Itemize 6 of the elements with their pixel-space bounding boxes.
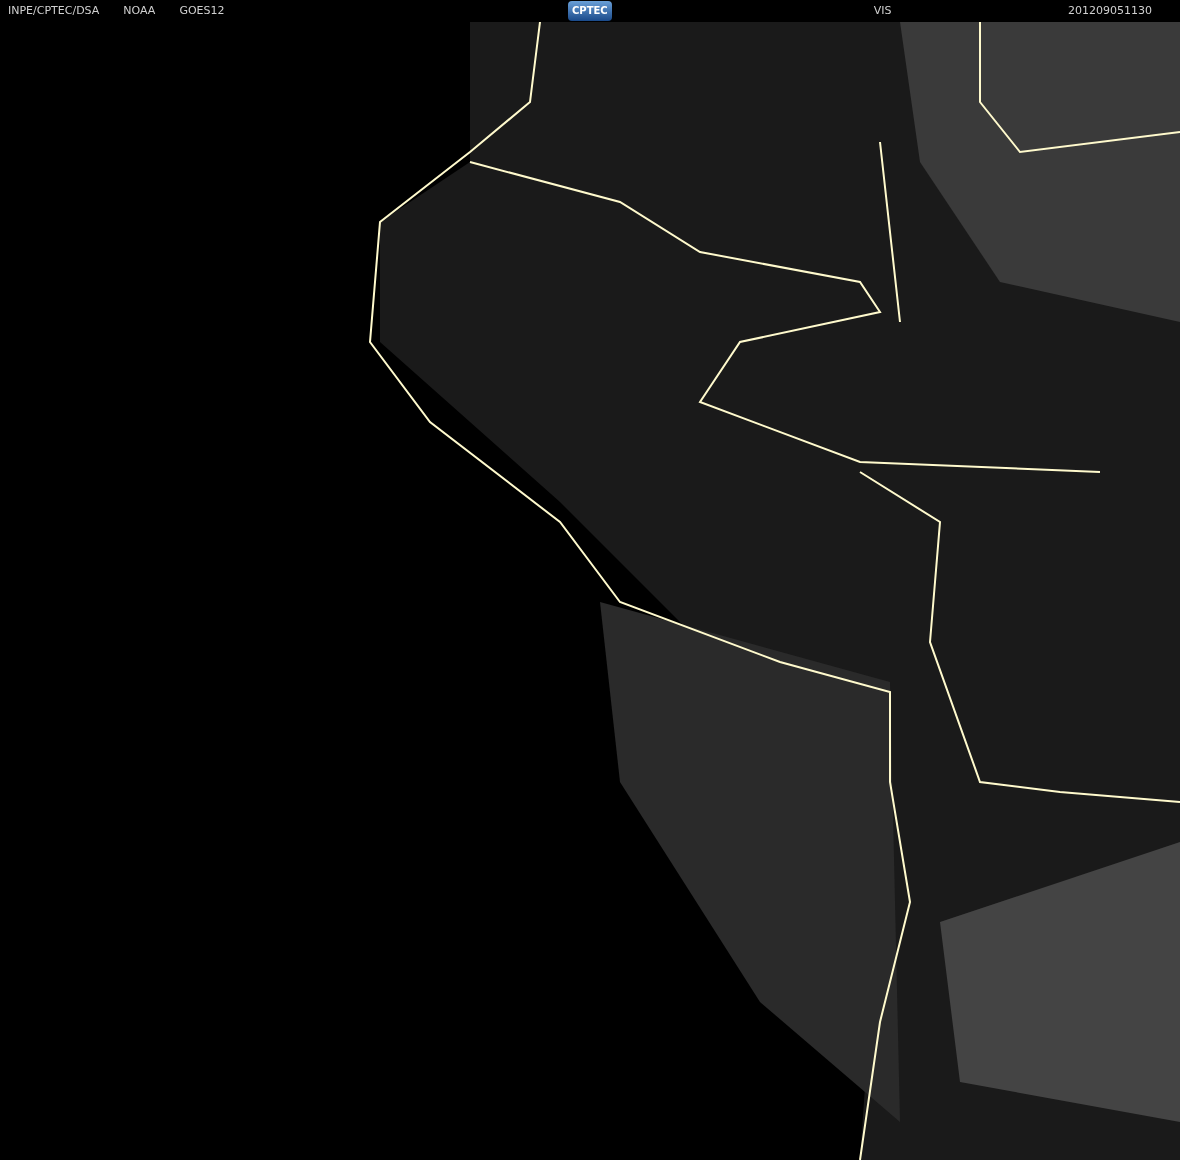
timestamp: 201209051130 bbox=[1068, 2, 1152, 19]
header-label: GOES12 bbox=[179, 2, 225, 19]
channel-label: VIS bbox=[873, 2, 892, 19]
logo: CPTEC bbox=[568, 1, 612, 21]
header-label: NOAA bbox=[123, 2, 156, 19]
header-label: INPE/CPTEC/DSA bbox=[8, 2, 100, 19]
